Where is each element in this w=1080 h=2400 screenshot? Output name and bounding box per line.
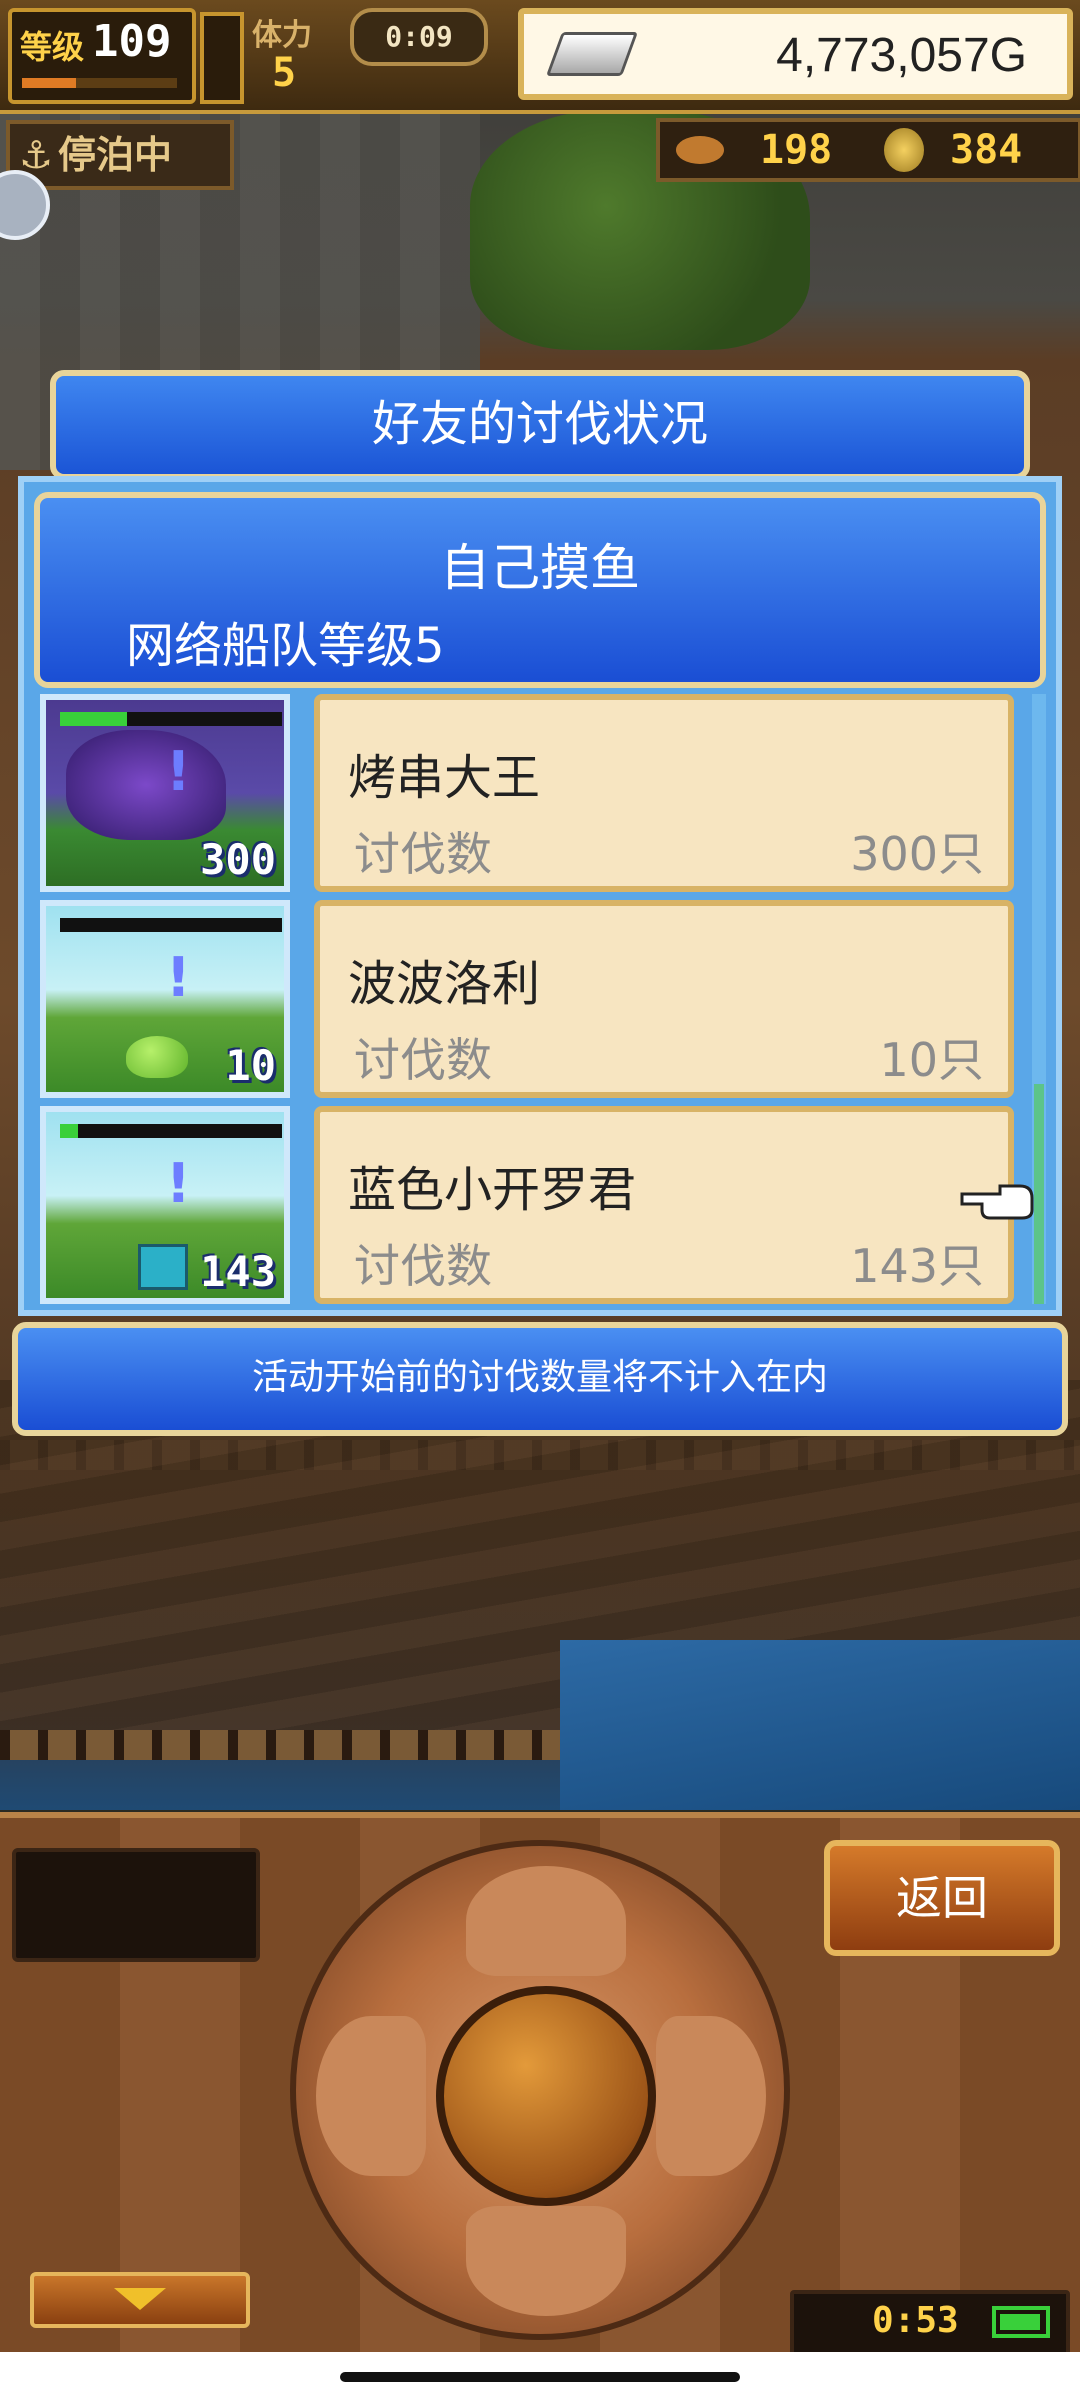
menu-toggle-button[interactable]: [30, 2272, 250, 2328]
anchored-label: 停泊中: [58, 133, 173, 177]
monster-thumbnail: ! 300: [40, 694, 290, 892]
stamina-value: 5: [272, 50, 297, 96]
dpad-down-button[interactable]: [466, 2206, 626, 2316]
alert-icon: !: [166, 1152, 191, 1215]
battery-icon: [992, 2306, 1050, 2338]
alert-icon: !: [166, 740, 191, 803]
gold-box: 4,773,057G: [518, 8, 1073, 100]
fleet-level: 网络船队等级5: [126, 618, 445, 674]
stamina-timer: 0:09: [350, 8, 488, 66]
level-label: 等级: [20, 28, 85, 66]
self-name: 自己摸鱼: [440, 539, 640, 597]
kill-value: 10只: [879, 1033, 984, 1087]
pointing-hand-icon: [960, 1184, 1034, 1220]
hp-bar: [60, 918, 282, 932]
level-exp-bar: [22, 78, 177, 88]
kill-label: 讨伐数: [354, 1033, 492, 1087]
coin-icon: [884, 128, 924, 172]
kill-label: 讨伐数: [354, 827, 492, 881]
chevron-down-icon: [114, 2288, 166, 2310]
thumb-count: 300: [200, 835, 276, 884]
sea-water: [560, 1640, 1080, 1810]
hp-bar: [60, 712, 282, 726]
thumb-count: 143: [200, 1247, 276, 1296]
dpad-right-button[interactable]: [656, 2016, 766, 2176]
coin-count: 384: [950, 127, 1023, 173]
hp-fill: [60, 712, 127, 726]
level-box: 等级 109: [8, 8, 196, 104]
clock-value: 0:53: [872, 2300, 959, 2341]
friend-hunt-panel: 自己摸鱼 网络船队等级5 ! 300 烤串大王 讨伐数 300只 ! 10 波波…: [18, 476, 1062, 1316]
list-item[interactable]: ! 10 波波洛利 讨伐数 10只: [34, 900, 1024, 1100]
hp-fill: [60, 1124, 78, 1138]
friend-name: 波波洛利: [348, 956, 541, 1012]
dpad-center-button[interactable]: [436, 1986, 656, 2206]
gold-value: 4,773,057G: [776, 29, 1027, 82]
top-hud: 等级 109 体力 5 0:09 4,773,057G: [0, 0, 1080, 114]
kill-value: 143只: [850, 1239, 984, 1293]
blue-robot-icon: [138, 1244, 188, 1290]
friend-list[interactable]: ! 300 烤串大王 讨伐数 300只 ! 10 波波洛利 讨伐数 10只 ! …: [34, 694, 1024, 1314]
list-item[interactable]: ! 143 蓝色小开罗君 讨伐数 143只: [34, 1106, 1024, 1306]
friend-card[interactable]: 波波洛利 讨伐数 10只: [314, 900, 1014, 1098]
level-value: 109: [92, 16, 172, 67]
battery-fill: [1000, 2314, 1040, 2330]
clock-box: 0:53: [790, 2290, 1070, 2358]
notice-banner: 活动开始前的讨伐数量将不计入在内: [12, 1322, 1068, 1436]
fish-count: 198: [760, 127, 833, 173]
friend-card[interactable]: 烤串大王 讨伐数 300只: [314, 694, 1014, 892]
kill-label: 讨伐数: [354, 1239, 492, 1293]
alert-icon: !: [166, 946, 191, 1009]
stamina-gauge: [200, 12, 244, 104]
kill-value: 300只: [850, 827, 984, 881]
monster-thumbnail: ! 10: [40, 900, 290, 1098]
friend-card[interactable]: 蓝色小开罗君 讨伐数 143只: [314, 1106, 1014, 1304]
dpad[interactable]: [290, 1840, 790, 2340]
stamina-box: 体力 5: [252, 8, 332, 96]
dpad-left-button[interactable]: [316, 2016, 426, 2176]
level-exp-fill: [22, 78, 77, 88]
friend-name: 烤串大王: [348, 750, 541, 806]
friend-name: 蓝色小开罗君: [348, 1162, 637, 1218]
anchored-status[interactable]: ⚓ 停泊中: [6, 120, 234, 190]
dialog-title: 好友的讨伐状况: [50, 370, 1030, 480]
message-box: [12, 1848, 260, 1962]
fish-icon: [676, 136, 724, 164]
control-panel: 返回 0:53: [0, 1812, 1080, 2358]
purple-caped-boss-icon: [66, 730, 226, 840]
thumb-count: 10: [225, 1041, 276, 1090]
silver-bar-icon: [545, 32, 639, 76]
dpad-up-button[interactable]: [466, 1866, 626, 1976]
stamina-label: 体力: [252, 18, 312, 53]
monster-thumbnail: ! 143: [40, 1106, 290, 1304]
self-card: 自己摸鱼 网络船队等级5: [34, 492, 1046, 688]
green-slime-icon: [126, 1036, 188, 1078]
hp-bar: [60, 1124, 282, 1138]
home-indicator[interactable]: [340, 2372, 740, 2382]
list-item[interactable]: ! 300 烤串大王 讨伐数 300只: [34, 694, 1024, 894]
back-button[interactable]: 返回: [824, 1840, 1060, 1956]
resources-box: 198 384: [656, 118, 1080, 182]
